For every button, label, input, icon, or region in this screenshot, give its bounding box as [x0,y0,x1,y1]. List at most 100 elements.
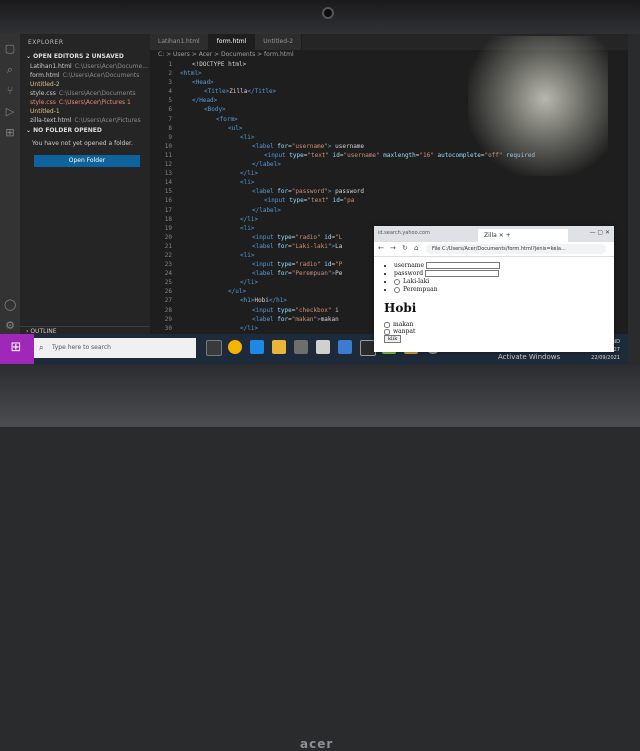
windows-start-icon[interactable]: ⊞ [8,340,24,356]
chrome-icon[interactable] [228,340,242,354]
checkbox-row: makan [384,321,604,328]
code-token: <!DOCTYPE html> [192,61,247,68]
code-token: password [331,188,365,196]
code-token: Pe [335,270,343,278]
open-editor-item[interactable]: style.css C:\Users\Acer\Pictures 1 [20,98,150,107]
code-token: "radio" [295,233,321,241]
code-token: "16" [419,151,434,159]
line-number: 19 [164,224,172,232]
editor-tabs: Latihan1.html form.html Untitled-2 [150,34,628,50]
code-line: 13 </li> [150,169,628,178]
code-token: <li> [240,133,255,141]
line-number: 15 [164,188,172,196]
run-debug-icon[interactable]: ▷ [4,106,16,118]
open-editor-item[interactable]: zilla-text.html C:\Users\Acer\Pictures [20,116,150,125]
tab-latihan1[interactable]: Latihan1.html [150,34,209,50]
explorer-sidebar: EXPLORER ⌄ OPEN EDITORS 2 UNSAVED Latiha… [20,34,150,334]
line-number: 2 [168,70,172,78]
extensions-icon[interactable]: ⊞ [4,127,16,139]
browser-tab-search[interactable]: id.search.yahoo.com [378,230,430,236]
code-token: <input [252,306,278,314]
code-token: id [320,261,332,269]
radio-laki-laki[interactable] [394,278,400,285]
open-folder-button[interactable]: Open Folder [34,155,140,167]
code-token: <li> [240,251,255,259]
tab-form[interactable]: form.html [208,34,256,50]
mail-icon[interactable] [316,340,330,354]
code-token: Zilla [229,88,248,96]
activity-bar: ▢ ⌕ ⑂ ▷ ⊞ ◯ ⚙ [0,34,20,334]
username-field[interactable] [425,262,500,269]
code-token: </li> [240,215,259,223]
tab-untitled-2[interactable]: Untitled-2 [255,34,303,50]
code-token: <Body> [204,106,226,114]
code-token: <label [252,242,278,250]
radio-perempuan[interactable] [394,286,400,293]
file-explorer-icon[interactable] [272,340,286,354]
open-editor-item[interactable]: style.css C:\Users\Acer\Documents [20,89,150,98]
account-icon[interactable]: ◯ [4,299,16,311]
browser-tab-zilla[interactable]: Zilla × + [478,229,568,242]
code-token: <Head> [192,79,214,87]
code-token: "P [335,261,343,269]
file-name: style.css [30,90,56,97]
file-name: Latihan1.html [30,63,72,70]
new-tab-icon[interactable]: + [506,232,511,239]
line-number: 13 [164,170,172,178]
settings-gear-icon[interactable]: ⚙ [4,320,16,332]
code-line: 1 <!DOCTYPE html> [150,60,628,69]
vscode-icon[interactable] [338,340,352,354]
search-icon: ⌕ [39,343,44,352]
code-token: id [320,233,332,241]
code-token: "text" [307,151,330,159]
code-token: <label [252,315,278,323]
window-controls[interactable]: — ▢ ✕ [589,229,610,236]
laptop-brand-logo: acer [300,737,334,751]
reload-icon[interactable]: ↻ [402,244,408,252]
password-field[interactable] [424,270,499,277]
store-icon[interactable] [294,340,308,354]
close-icon[interactable]: × [499,232,504,239]
edge-icon[interactable] [250,340,264,354]
search-icon[interactable]: ⌕ [4,64,16,76]
code-line: 12 </label> [150,160,628,169]
line-number: 9 [168,133,172,141]
code-token: </h1> [268,297,287,305]
home-icon[interactable]: ⌂ [414,244,418,252]
open-editors-header[interactable]: ⌄ OPEN EDITORS 2 UNSAVED [20,51,150,62]
line-number: 22 [164,251,172,259]
breadcrumb: C: > Users > Acer > Documents > form.htm… [158,51,294,58]
list-item: Laki-laki [394,278,604,285]
line-number: 29 [164,315,172,323]
code-token: "makan" [291,315,318,323]
forward-icon[interactable]: → [390,244,396,252]
code-token: Hobi [254,297,269,305]
code-token: <ul> [228,124,243,132]
source-control-icon[interactable]: ⑂ [4,85,16,97]
task-view-icon[interactable] [206,340,222,356]
no-folder-label: NO FOLDER OPENED [33,127,102,134]
line-number: 30 [164,324,172,332]
checkbox-makan[interactable] [384,321,390,328]
files-icon[interactable]: ▢ [4,43,16,55]
checkbox-wanpat[interactable] [384,328,390,335]
open-editor-item[interactable]: Untitled-1 [20,107,150,116]
file-path: C:\Users\Acer\Pictures [74,117,141,124]
back-icon[interactable]: ← [378,244,384,252]
line-number: 18 [164,215,172,223]
code-token: "off" [484,151,503,159]
url-field[interactable]: File C:/Users/Acer/Documents/form.html?j… [426,244,606,254]
code-token: username [331,142,365,150]
no-folder-header[interactable]: ⌄ NO FOLDER OPENED [20,125,150,136]
code-line: 18 </li> [150,215,628,224]
taskbar-search[interactable]: ⌕ Type here to search [34,338,196,358]
open-editor-item[interactable]: Latihan1.html C:\Users\Acer\Docume... [20,62,150,71]
code-token: "radio" [295,261,321,269]
open-editor-item[interactable]: form.html C:\Users\Acer\Documents [20,71,150,80]
clock-date[interactable]: 22/09/2021 [591,355,620,361]
klik-button[interactable]: klik [384,335,402,343]
code-token: <label [252,188,278,196]
list-item: password [394,270,604,277]
line-number: 16 [164,197,172,205]
open-editor-item[interactable]: Untitled-2 [20,80,150,89]
